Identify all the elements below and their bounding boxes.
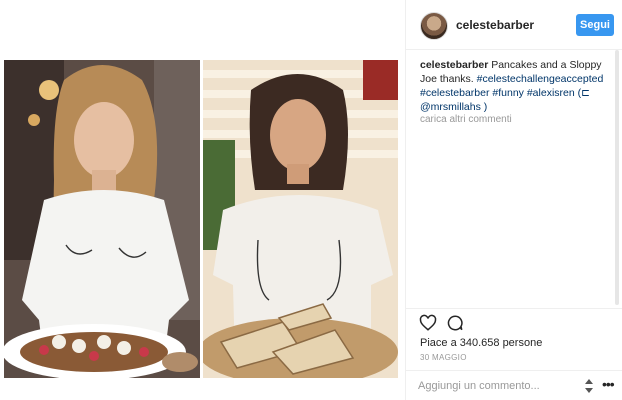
post-caption: celestebarber Pancakes and a Sloppy Joe … <box>420 58 615 114</box>
photo-collage[interactable] <box>4 60 398 378</box>
hashtag-link[interactable]: #alexisren <box>527 87 575 99</box>
hashtag-link[interactable]: #celestechallengeaccepted <box>477 73 604 85</box>
comment-input[interactable] <box>418 377 578 395</box>
divider <box>406 308 622 309</box>
more-options-icon[interactable]: ••• <box>602 377 615 391</box>
post-sidebar: celestebarber Segui celestebarber Pancak… <box>405 0 622 400</box>
up-down-arrows-icon[interactable] <box>583 378 595 394</box>
load-more-comments-link[interactable]: carica altri commenti <box>420 114 512 125</box>
photo-right-image <box>203 60 398 378</box>
follow-button[interactable]: Segui <box>576 14 614 36</box>
hashtag-link[interactable]: #celestebarber <box>420 87 489 99</box>
heart-icon[interactable] <box>419 314 437 332</box>
photo-right <box>203 60 398 378</box>
photo-left-image <box>4 60 200 378</box>
post-media[interactable] <box>0 0 405 400</box>
likes-count[interactable]: Piace a 340.658 persone <box>420 337 542 349</box>
comment-bar: ••• <box>406 370 622 400</box>
header-username[interactable]: celestebarber <box>456 18 534 32</box>
avatar[interactable] <box>420 12 448 40</box>
post-date: 30 MAGGIO <box>420 353 467 362</box>
post-card: celestebarber Segui celestebarber Pancak… <box>0 0 622 400</box>
caption-scrollbar[interactable] <box>615 50 619 305</box>
caption-username[interactable]: celestebarber <box>420 59 488 71</box>
post-header: celestebarber Segui <box>406 0 622 50</box>
hashtag-link[interactable]: #funny <box>492 87 524 99</box>
photo-left <box>4 60 200 378</box>
comment-icon[interactable] <box>446 314 464 332</box>
